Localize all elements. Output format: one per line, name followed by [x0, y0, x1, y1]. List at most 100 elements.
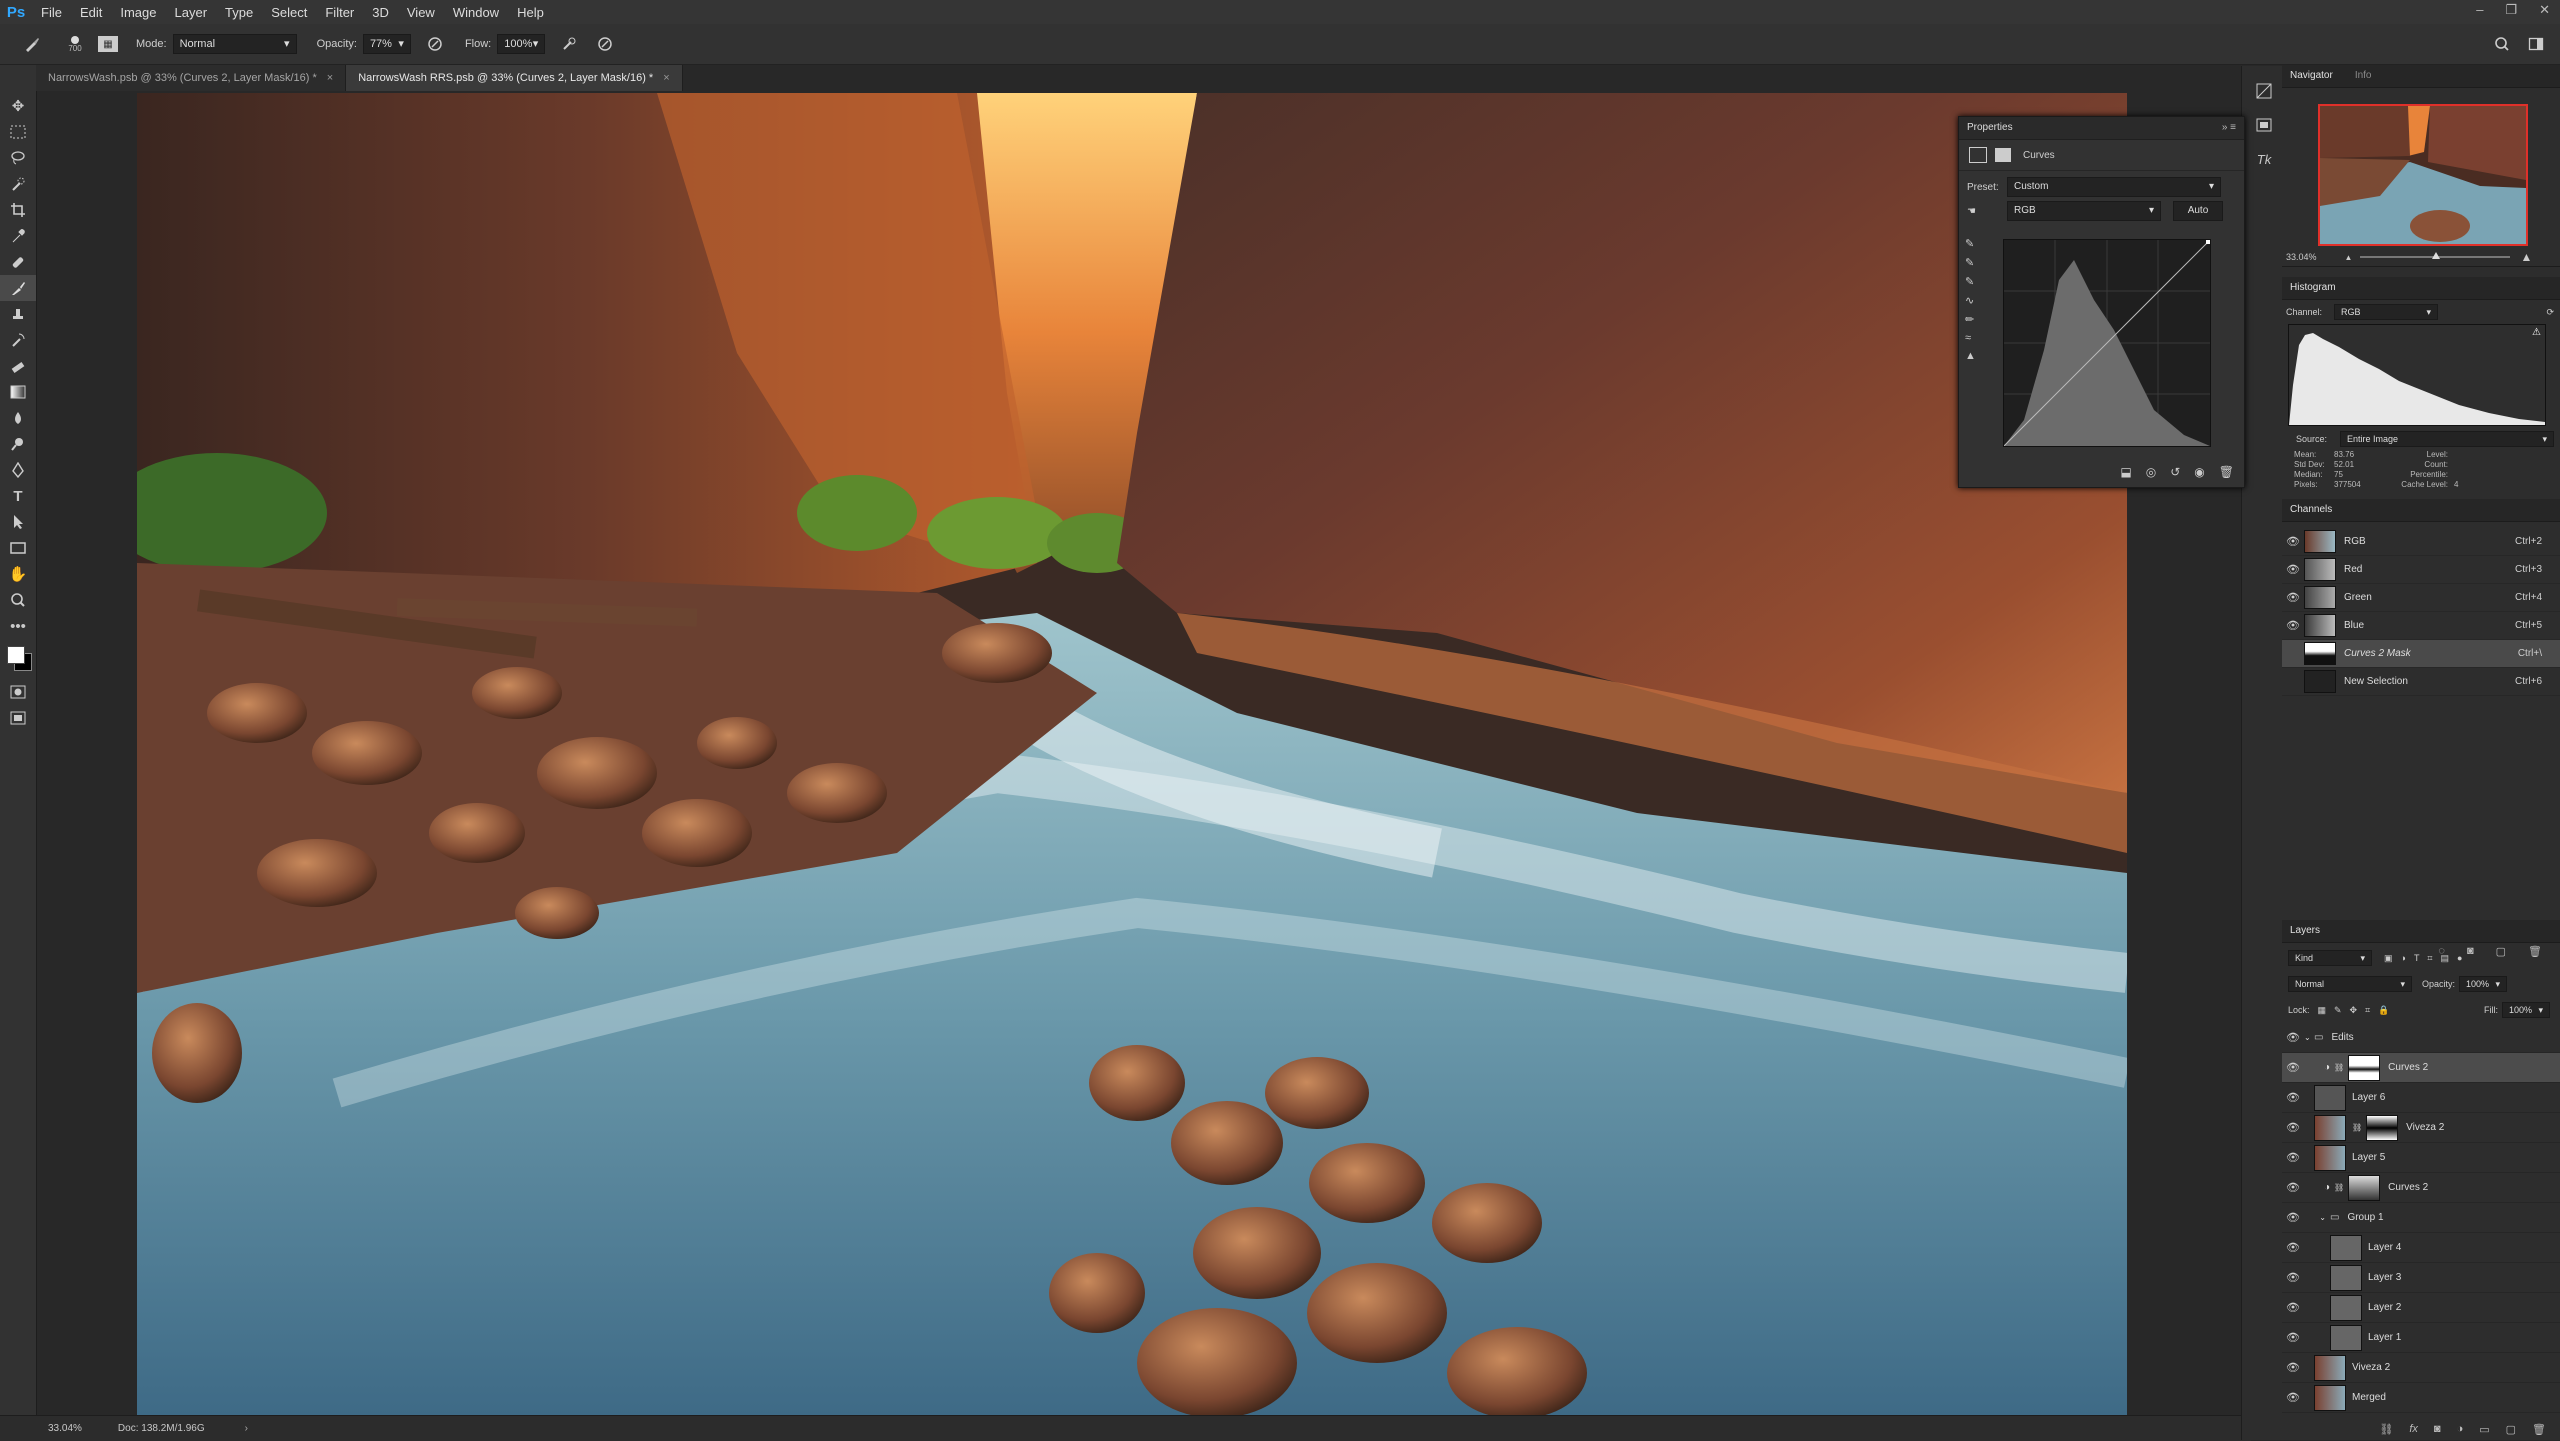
link-icon[interactable]: ⛓	[2334, 1183, 2344, 1192]
mask-icon[interactable]	[1995, 148, 2011, 162]
slider-handle[interactable]	[2432, 252, 2441, 259]
smooth-icon[interactable]: ≈	[1965, 332, 1985, 344]
layer-opacity-field[interactable]: 100% ▾	[2459, 976, 2508, 992]
zoom-level[interactable]: 33.04%	[48, 1423, 82, 1434]
menu-3d[interactable]: 3D	[363, 5, 398, 20]
menu-image[interactable]: Image	[111, 5, 165, 20]
layer-row-curves-2b[interactable]: 👁 ◑ ⛓ Curves 2	[2282, 1173, 2560, 1203]
layer-group-edits[interactable]: 👁 ⌄ ▭ Edits	[2282, 1023, 2560, 1053]
auto-button[interactable]: Auto	[2173, 201, 2223, 221]
eye-icon[interactable]: 👁	[2282, 1211, 2304, 1224]
blur-tool-icon[interactable]	[0, 405, 36, 431]
new-adjustment-icon[interactable]: ◑	[2457, 1423, 2464, 1436]
pressure-size-icon[interactable]	[595, 36, 615, 52]
channel-row-blue[interactable]: 👁 Blue Ctrl+5	[2282, 612, 2560, 640]
link-layers-icon[interactable]: ⛓	[2379, 1423, 2393, 1436]
airbrush-icon[interactable]	[559, 36, 579, 52]
eye-icon[interactable]: 👁	[2282, 1181, 2304, 1194]
eye-icon[interactable]: 👁	[2282, 619, 2304, 632]
curves-graph[interactable]	[2003, 239, 2211, 447]
layer-row-layer-3[interactable]: 👁 Layer 3	[2282, 1263, 2560, 1293]
foreground-color-swatch[interactable]	[7, 646, 25, 664]
brush-tool-icon[interactable]	[0, 275, 36, 301]
panel-menu-icon[interactable]: » ≡	[2222, 117, 2236, 139]
histogram-channel-select[interactable]: RGB ▾	[2334, 304, 2438, 320]
eye-icon[interactable]: 👁	[2282, 1391, 2304, 1404]
type-tool-icon[interactable]: T	[0, 483, 36, 509]
zoom-in-icon[interactable]: ▲	[2520, 250, 2532, 264]
eye-icon[interactable]: 👁	[2282, 1151, 2304, 1164]
eye-icon[interactable]: 👁	[2282, 1061, 2304, 1074]
curve-edit-icon[interactable]: ∿	[1965, 294, 1985, 307]
black-point-eyedropper-icon[interactable]: ✎	[1965, 237, 1985, 250]
eyedropper-tool-icon[interactable]	[0, 223, 36, 249]
clipping-warning-icon[interactable]: ▲	[1965, 350, 1985, 362]
restore-button[interactable]: ❐	[2505, 2, 2517, 18]
navigator-zoom[interactable]: 33.04%	[2286, 252, 2317, 262]
layer-group-1[interactable]: 👁 ⌄ ▭ Group 1	[2282, 1203, 2560, 1233]
refresh-icon[interactable]: ⟳	[2546, 307, 2554, 318]
pen-tool-icon[interactable]	[0, 457, 36, 483]
crop-tool-icon[interactable]	[0, 197, 36, 223]
preset-select[interactable]: Custom ▾	[2007, 177, 2221, 197]
reset-icon[interactable]: ↺	[2170, 465, 2180, 479]
flow-field[interactable]: 100% ▾	[497, 34, 546, 54]
layer-row-merged[interactable]: 👁 Merged	[2282, 1383, 2560, 1413]
more-tools-icon[interactable]: •••	[0, 613, 36, 639]
mask-thumbnail[interactable]	[2348, 1054, 2381, 1081]
history-brush-tool-icon[interactable]	[0, 327, 36, 353]
brush-size-picker[interactable]: 700	[58, 35, 92, 53]
menu-help[interactable]: Help	[508, 5, 553, 20]
eye-icon[interactable]: 👁	[2282, 1271, 2304, 1284]
layer-row-viveza-2b[interactable]: 👁 Viveza 2	[2282, 1353, 2560, 1383]
eye-icon[interactable]: 👁	[2282, 1121, 2304, 1134]
channel-row-rgb[interactable]: 👁 RGB Ctrl+2	[2282, 528, 2560, 556]
white-point-eyedropper-icon[interactable]: ✎	[1965, 275, 1985, 288]
filter-type-icons[interactable]: ▣◑T⌗▤●	[2384, 953, 2470, 964]
zoom-out-icon[interactable]: ▲	[2345, 253, 2353, 262]
document-image[interactable]	[137, 93, 2127, 1417]
link-icon[interactable]: ⛓	[2352, 1123, 2362, 1132]
mask-thumbnail[interactable]	[2366, 1114, 2399, 1141]
menu-select[interactable]: Select	[262, 5, 316, 20]
zoom-tool-icon[interactable]	[0, 587, 36, 613]
dodge-tool-icon[interactable]	[0, 431, 36, 457]
chevron-down-icon[interactable]: ⌄	[2304, 1033, 2314, 1042]
eye-icon[interactable]: 👁	[2282, 535, 2304, 548]
eye-icon[interactable]: 👁	[2282, 591, 2304, 604]
gray-point-eyedropper-icon[interactable]: ✎	[1965, 256, 1985, 269]
tab-narrowswash[interactable]: NarrowsWash.psb @ 33% (Curves 2, Layer M…	[36, 65, 347, 91]
quick-select-tool-icon[interactable]	[0, 171, 36, 197]
navigator-preview[interactable]	[2318, 104, 2528, 246]
eye-icon[interactable]: 👁	[2282, 1241, 2304, 1254]
navigator-zoom-slider[interactable]	[2360, 252, 2511, 259]
rectangle-tool-icon[interactable]	[0, 535, 36, 561]
warning-icon[interactable]: ⚠	[2532, 327, 2541, 338]
healing-brush-tool-icon[interactable]	[0, 249, 36, 275]
tab-info[interactable]: Info	[2355, 65, 2372, 87]
mask-thumbnail[interactable]	[2348, 1174, 2381, 1201]
menu-edit[interactable]: Edit	[71, 5, 111, 20]
link-icon[interactable]: ⛓	[2334, 1063, 2344, 1072]
blend-mode-select[interactable]: Normal ▾	[2288, 976, 2412, 992]
menu-file[interactable]: File	[32, 5, 71, 20]
quick-mask-icon[interactable]	[0, 679, 36, 705]
menu-window[interactable]: Window	[444, 5, 508, 20]
move-tool-icon[interactable]: ✥	[0, 93, 36, 119]
adjustments-dock-icon[interactable]	[2242, 74, 2286, 108]
add-mask-icon[interactable]: ◙	[2434, 1423, 2441, 1436]
eye-icon[interactable]: 👁	[2282, 563, 2304, 576]
fill-field[interactable]: 100% ▾	[2502, 1002, 2550, 1018]
clip-to-layer-icon[interactable]: ⬓	[2120, 465, 2131, 479]
layer-row-layer-2[interactable]: 👁 Layer 2	[2282, 1293, 2560, 1323]
marquee-tool-icon[interactable]	[0, 119, 36, 145]
path-selection-tool-icon[interactable]	[0, 509, 36, 535]
layer-row-curves-2[interactable]: 👁 ◑ ⛓ Curves 2	[2282, 1053, 2560, 1083]
close-button[interactable]: ✕	[2539, 2, 2550, 18]
visibility-icon[interactable]: ◉	[2194, 465, 2204, 479]
eye-icon[interactable]: 👁	[2282, 1331, 2304, 1344]
menu-layer[interactable]: Layer	[166, 5, 217, 20]
histogram-source-select[interactable]: Entire Image ▾	[2340, 431, 2554, 447]
close-icon[interactable]: ×	[663, 72, 669, 84]
opacity-field[interactable]: 77% ▾	[362, 34, 411, 54]
